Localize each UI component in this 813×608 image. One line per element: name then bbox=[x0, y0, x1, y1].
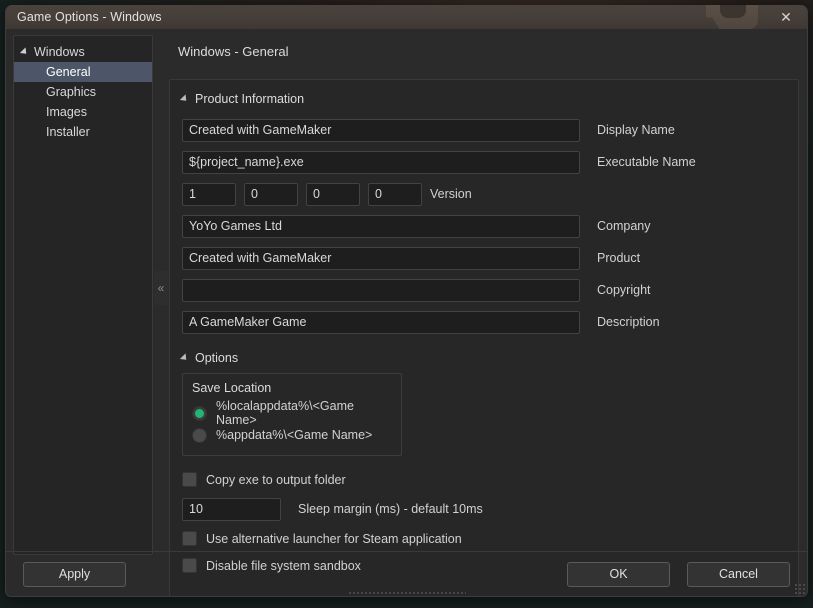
radio-label: %appdata%\<Game Name> bbox=[216, 428, 373, 442]
version-build-input[interactable] bbox=[306, 182, 360, 206]
sidebar-item-images[interactable]: Images bbox=[14, 102, 152, 122]
checkbox-unchecked-icon bbox=[182, 472, 197, 487]
corner-resize-grip[interactable] bbox=[794, 583, 805, 594]
window-body: Windows General Graphics Images Installe… bbox=[6, 29, 807, 596]
triangle-down-icon bbox=[179, 353, 190, 363]
copyright-label: Copyright bbox=[597, 283, 651, 297]
radio-appdata[interactable]: %appdata%\<Game Name> bbox=[192, 424, 392, 446]
checkbox-alt-launcher[interactable]: Use alternative launcher for Steam appli… bbox=[182, 525, 786, 552]
bottom-resize-grip[interactable] bbox=[347, 591, 466, 595]
section-options[interactable]: Options bbox=[179, 349, 786, 367]
ok-button[interactable]: OK bbox=[567, 561, 670, 587]
dialog-footer: Apply OK Cancel bbox=[6, 552, 807, 596]
executable-name-label: Executable Name bbox=[597, 155, 696, 169]
save-location-group: Save Location %localappdata%\<Game Name>… bbox=[182, 373, 402, 456]
sleep-margin-label: Sleep margin (ms) - default 10ms bbox=[298, 502, 483, 516]
collapse-sidebar-button[interactable]: « bbox=[154, 271, 168, 305]
sidebar-item-general[interactable]: General bbox=[14, 62, 152, 82]
section-product-information[interactable]: Product Information bbox=[179, 90, 786, 108]
field-row-product: Product bbox=[182, 242, 786, 274]
titlebar-tab-notch-inner bbox=[720, 5, 746, 18]
page-title: Windows - General bbox=[178, 44, 289, 59]
product-input[interactable] bbox=[182, 246, 580, 270]
version-minor-input[interactable] bbox=[244, 182, 298, 206]
radio-localappdata[interactable]: %localappdata%\<Game Name> bbox=[192, 399, 392, 427]
sidebar-item-label: General bbox=[46, 65, 91, 79]
sidebar-item-windows[interactable]: Windows bbox=[14, 42, 152, 62]
sidebar-item-label: Images bbox=[46, 105, 87, 119]
field-row-display-name: Display Name bbox=[182, 114, 786, 146]
window-title: Game Options - Windows bbox=[17, 10, 162, 24]
description-label: Description bbox=[597, 315, 660, 329]
field-row-executable-name: Executable Name bbox=[182, 146, 786, 178]
content-area: Windows - General Product Information Di… bbox=[169, 35, 800, 596]
sidebar-item-installer[interactable]: Installer bbox=[14, 122, 152, 142]
sidebar-root-label: Windows bbox=[34, 45, 85, 59]
copyright-input[interactable] bbox=[182, 278, 580, 302]
description-input[interactable] bbox=[182, 310, 580, 334]
product-label: Product bbox=[597, 251, 641, 265]
field-row-sleep-margin: Sleep margin (ms) - default 10ms bbox=[182, 493, 786, 525]
version-label: Version bbox=[430, 187, 472, 201]
checkbox-label: Use alternative launcher for Steam appli… bbox=[206, 531, 462, 546]
cancel-button[interactable]: Cancel bbox=[687, 561, 790, 587]
company-label: Company bbox=[597, 219, 651, 233]
radio-label: %localappdata%\<Game Name> bbox=[216, 399, 354, 427]
triangle-down-icon bbox=[19, 47, 30, 57]
window-titlebar[interactable]: Game Options - Windows ✕ bbox=[6, 5, 807, 29]
display-name-input[interactable] bbox=[182, 118, 580, 142]
apply-button[interactable]: Apply bbox=[23, 561, 126, 587]
sidebar-item-label: Graphics bbox=[46, 85, 97, 99]
company-input[interactable] bbox=[182, 214, 580, 238]
field-row-copyright: Copyright bbox=[182, 274, 786, 306]
field-row-description: Description bbox=[182, 306, 786, 338]
radio-off-icon bbox=[192, 427, 207, 443]
radio-on-icon bbox=[192, 405, 207, 421]
version-major-input[interactable] bbox=[182, 182, 236, 206]
section-label: Product Information bbox=[195, 92, 305, 106]
save-location-title: Save Location bbox=[192, 381, 272, 395]
checkbox-unchecked-icon bbox=[182, 531, 197, 546]
section-label: Options bbox=[195, 351, 239, 365]
settings-panel: Product Information Display Name Executa… bbox=[169, 79, 799, 596]
display-name-label: Display Name bbox=[597, 123, 675, 137]
field-row-version: Version bbox=[182, 178, 786, 210]
triangle-down-icon bbox=[179, 94, 190, 104]
sidebar-tree: Windows General Graphics Images Installe… bbox=[13, 35, 153, 555]
executable-name-input[interactable] bbox=[182, 150, 580, 174]
game-options-window: Game Options - Windows ✕ Windows General… bbox=[5, 5, 808, 597]
sidebar-item-graphics[interactable]: Graphics bbox=[14, 82, 152, 102]
close-icon[interactable]: ✕ bbox=[773, 5, 799, 29]
checkbox-copy-exe[interactable]: Copy exe to output folder bbox=[182, 466, 786, 493]
checkbox-label: Copy exe to output folder bbox=[206, 472, 346, 487]
field-row-company: Company bbox=[182, 210, 786, 242]
version-revision-input[interactable] bbox=[368, 182, 422, 206]
sleep-margin-input[interactable] bbox=[182, 497, 281, 521]
sidebar-item-label: Installer bbox=[46, 125, 90, 139]
panel-splitter[interactable]: « bbox=[153, 35, 169, 596]
